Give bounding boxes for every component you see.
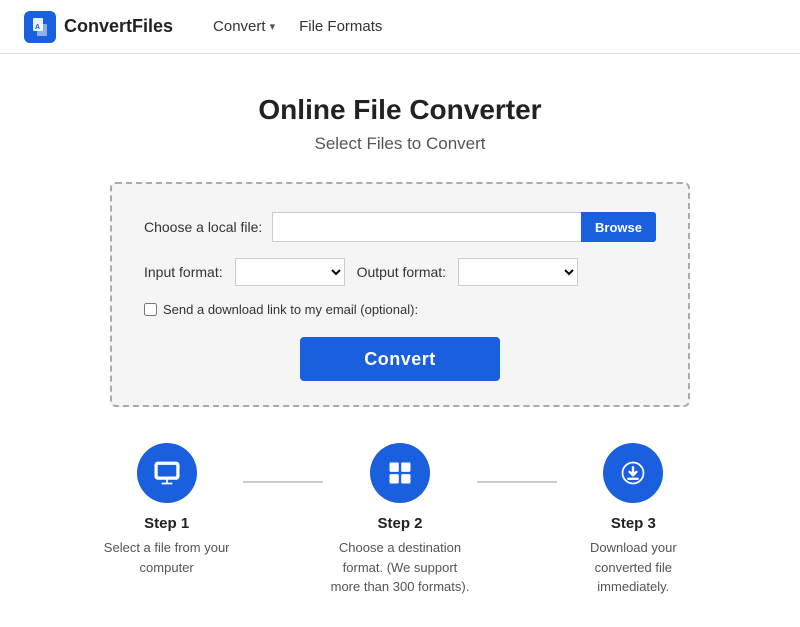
step-3-title: Step 3 [611,515,656,532]
email-checkbox[interactable] [144,303,157,316]
navbar: A ConvertFiles Convert ▾ File Formats [0,0,800,54]
input-format-select[interactable] [235,258,345,286]
step-3-icon [603,443,663,503]
nav-convert[interactable]: Convert ▾ [213,18,275,35]
step-connector-1 [243,481,323,483]
step-2-title: Step 2 [377,515,422,532]
email-label[interactable]: Send a download link to my email (option… [163,302,418,317]
file-text-input[interactable] [272,212,581,242]
output-format-label: Output format: [357,264,446,280]
page-title: Online File Converter [258,94,541,126]
step-connector-2 [477,481,557,483]
input-format-label: Input format: [144,264,223,280]
step-1-desc: Select a file from your computer [97,538,237,577]
step-2: Step 2 Choose a destination format. (We … [323,443,476,597]
output-format-select[interactable] [458,258,578,286]
site-logo[interactable]: A ConvertFiles [24,11,173,43]
logo-text: ConvertFiles [64,16,173,37]
step-1-title: Step 1 [144,515,189,532]
step-1: Step 1 Select a file from your computer [90,443,243,577]
email-row: Send a download link to my email (option… [144,302,656,317]
nav-file-formats[interactable]: File Formats [299,18,382,35]
svg-text:A: A [35,24,40,31]
file-label: Choose a local file: [144,219,264,235]
file-row: Choose a local file: Browse [144,212,656,242]
format-row: Input format: Output format: [144,258,656,286]
converter-box: Choose a local file: Browse Input format… [110,182,690,407]
steps-section: Step 1 Select a file from your computer … [90,443,710,597]
step-3-desc: Download your converted file immediately… [563,538,703,597]
page-subtitle: Select Files to Convert [314,134,485,154]
logo-icon: A [24,11,56,43]
step-2-icon [370,443,430,503]
step-3: Step 3 Download your converted file imme… [557,443,710,597]
convert-button[interactable]: Convert [300,337,500,381]
main-content: Online File Converter Select Files to Co… [0,54,800,627]
browse-button[interactable]: Browse [581,212,656,242]
nav-menu: Convert ▾ File Formats [213,18,382,35]
step-1-icon [137,443,197,503]
chevron-down-icon: ▾ [270,20,276,33]
file-input-wrapper: Browse [272,212,656,242]
step-2-desc: Choose a destination format. (We support… [330,538,470,597]
